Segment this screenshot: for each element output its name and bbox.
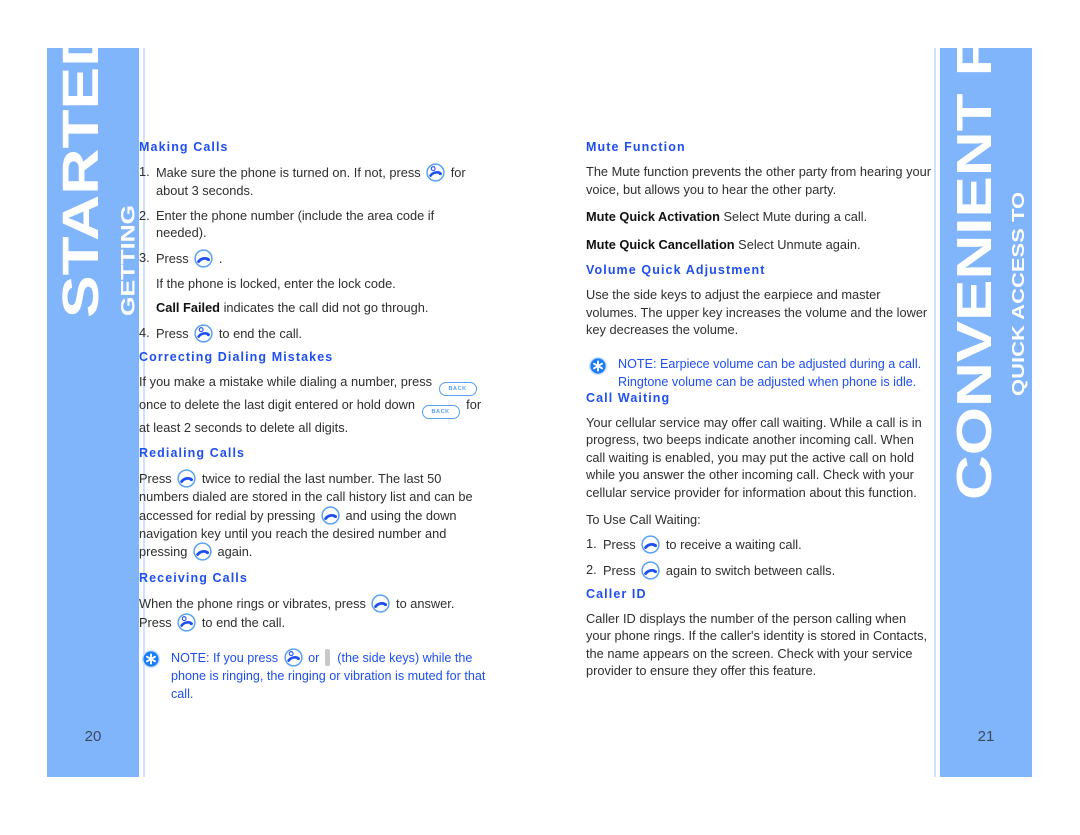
para-part-a: If you make a mistake while dialing a nu… [139,373,433,389]
para-part-a: Press [139,471,172,486]
left-page-number: 20 [84,728,102,745]
list-item: 2. Press again to switch between calls. [586,560,934,580]
para-part-a: When the phone rings or vibrates, press [139,596,366,611]
right-page-content: Mute Function The Mute function prevents… [586,140,934,690]
list-item: 1. Press to receive a waiting call. [586,534,934,554]
paragraph-call-waiting: Your cellular service may offer call wai… [586,414,922,500]
list-item: 4. Press to end the call. [139,323,487,343]
right-page-number: 21 [977,728,995,745]
list-text: Enter the phone number (include the area… [156,207,435,241]
section-heading-caller-id: Caller ID [586,586,647,601]
paragraph-receiving-calls: When the phone rings or vibrates, press … [139,594,487,632]
list-text: Press [603,562,636,578]
side-key-icon [324,649,330,666]
section-heading-making-calls: Making Calls [139,140,229,154]
term-desc: Select Mute during a call. [719,209,868,224]
paragraph-caller-id: Caller ID displays the number of the per… [586,610,928,679]
section-heading-mute-function: Mute Function [586,140,686,154]
note-text-a: NOTE: If you press [171,651,279,665]
send-call-icon [371,594,391,613]
send-call-icon [177,469,196,488]
send-call-icon [321,505,340,525]
note-asterisk-icon [588,356,608,376]
term-desc: Select Unmute again. [734,236,861,252]
term-label: Mute Quick Activation [586,209,720,224]
end-call-icon [194,323,213,343]
definition-mute-quick-activation: Mute Quick Activation Select Mute during… [586,208,934,226]
paragraph-volume-quick-adjustment: Use the side keys to adjust the earpiece… [586,287,928,337]
list-text-cont: . [218,250,223,266]
sub-note-call-failed: Call Failed indicates the call did not g… [139,299,487,317]
paragraph-redialing-calls: Press twice to redial the last number. T… [139,469,487,561]
note-box-ringing-mute: NOTE: If you press or (the side keys) wh… [139,648,487,703]
section-heading-receiving-calls: Receiving Calls [139,571,248,585]
list-number: 3. [139,249,150,265]
term-label: Mute Quick Cancellation [586,236,735,252]
section-heading-redialing-calls: Redialing Calls [139,446,246,460]
list-text-cont: again to switch between calls. [665,562,836,578]
list-text-cont: to end the call. [218,325,303,341]
list-text: Make sure the phone is turned on. If not… [156,165,421,180]
left-page-tab: STARTED GETTING 20 [47,21,140,777]
list-item: 2. Enter the phone number (include the a… [139,207,487,242]
list-number: 4. [139,324,150,340]
end-call-icon [283,648,303,667]
list-item: 1. Make sure the phone is turned on. If … [139,163,487,200]
note-asterisk-icon [141,649,161,669]
note-box-volume: NOTE: Earpiece volume can be adjusted du… [586,355,934,391]
left-tab-text: STARTED GETTING [47,21,140,708]
left-tab-subtitle: GETTING [117,204,140,316]
end-call-icon [426,163,445,182]
para-part-b: once to delete the last digit entered or… [139,396,416,412]
left-page-content: Making Calls 1. Make sure the phone is t… [139,140,487,703]
back-key-icon: BACK [421,404,460,419]
right-tab-text: CONVENIENT FEATURES QUICK ACCESS TO [940,0,1032,708]
right-page-tab: CONVENIENT FEATURES QUICK ACCESS TO 21 [940,0,1032,777]
call-failed-desc: indicates the call did not go through. [220,300,429,315]
list-number: 2. [586,561,597,577]
sub-note-lock-code: If the phone is locked, enter the lock c… [156,275,396,291]
note-text-b: or [308,651,320,665]
send-call-icon [641,560,660,580]
list-text: Press [603,536,636,552]
list-text: Press [156,325,189,341]
end-call-icon [177,613,196,632]
list-text: Press [156,250,189,266]
send-call-icon [194,248,213,268]
para-part-c: to end the call. [201,615,286,630]
note-text: NOTE: Earpiece volume can be adjusted du… [618,356,922,389]
right-tab-rule [934,48,936,777]
section-heading-volume-quick-adjustment: Volume Quick Adjustment [586,263,766,277]
send-call-icon [193,542,212,561]
paragraph-correcting-dialing: If you make a mistake while dialing a nu… [139,373,487,437]
section-heading-call-waiting: Call Waiting [586,390,671,405]
list-item: 3. Press . [139,248,487,268]
list-number: 1. [139,164,150,179]
back-key-icon: BACK [438,381,477,396]
left-tab-title: STARTED [51,20,110,318]
send-call-icon [641,534,660,554]
right-tab-title: CONVENIENT FEATURES [946,0,1002,500]
call-failed-term: Call Failed [156,300,221,315]
right-tab-subtitle: QUICK ACCESS TO [1008,191,1028,396]
manual-page-spread: STARTED GETTING 20 CONVENIENT FEATURES Q… [0,0,1080,835]
lead-in-to-use-call-waiting: To Use Call Waiting: [586,512,701,527]
definition-mute-quick-cancellation: Mute Quick Cancellation Select Unmute ag… [586,236,934,254]
section-heading-correcting-dialing-mistakes: Correcting Dialing Mistakes [139,349,334,364]
list-number: 1. [586,535,597,551]
paragraph-mute-function: The Mute function prevents the other par… [586,164,931,197]
list-text-cont: to receive a waiting call. [665,536,802,552]
list-number: 2. [139,207,150,223]
para-part-d: again. [217,544,253,559]
